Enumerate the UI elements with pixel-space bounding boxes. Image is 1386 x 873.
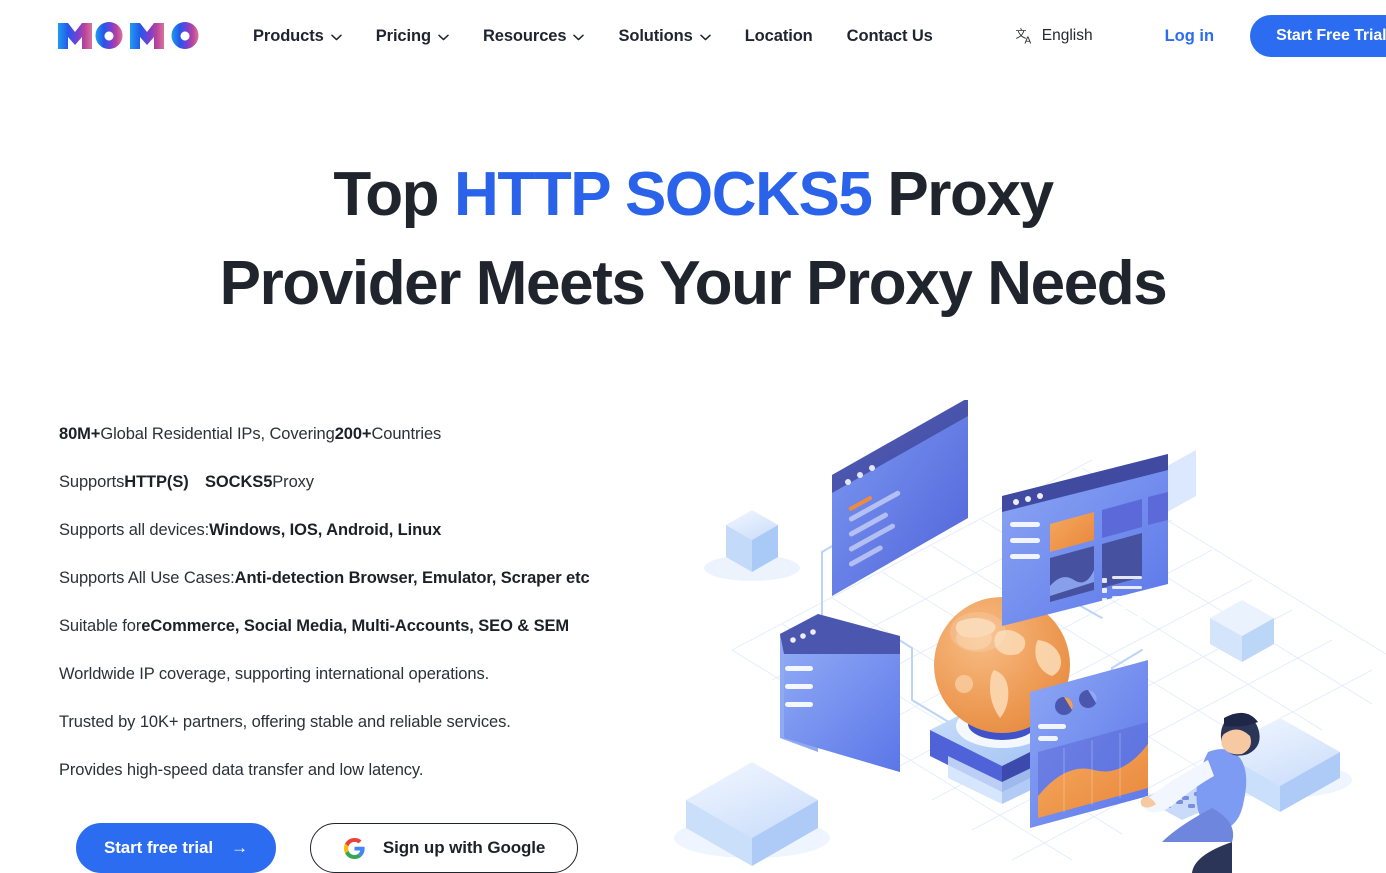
feature-text: Supports All Use Cases: bbox=[59, 568, 235, 587]
headline-post: Proxy bbox=[871, 160, 1054, 229]
feature-text: Supports bbox=[59, 472, 125, 491]
nav-item-products[interactable]: Products bbox=[236, 19, 359, 54]
feature-text: Worldwide IP coverage, supporting intern… bbox=[59, 664, 490, 683]
isometric-global-proxy-network-illustration bbox=[672, 400, 1386, 873]
chevron-down-icon bbox=[699, 34, 711, 41]
sign-up-with-google-button[interactable]: Sign up with Google bbox=[309, 823, 579, 873]
feature-bold: 200+ bbox=[334, 424, 372, 443]
chevron-down-icon bbox=[438, 34, 449, 41]
google-cta-label: Sign up with Google bbox=[382, 838, 546, 857]
nav-label: Contact Us bbox=[846, 26, 933, 45]
page-title: Top HTTP SOCKS5 Proxy Provider Meets You… bbox=[0, 150, 1386, 328]
nav-label: Pricing bbox=[375, 26, 431, 45]
browser-window-back bbox=[832, 400, 968, 596]
feature-bold: 80M+ bbox=[59, 424, 101, 443]
list-item: Supports All Use Cases: Anti-detection B… bbox=[59, 554, 679, 602]
nav-label: Location bbox=[744, 26, 813, 45]
start-free-trial-button[interactable]: Start Free Trial bbox=[1250, 15, 1386, 57]
feature-text: Provides high-speed data transfer and lo… bbox=[59, 760, 424, 779]
headline-pre: Top bbox=[333, 160, 454, 229]
feature-bold: HTTP(S) SOCKS5 bbox=[124, 472, 273, 491]
login-link[interactable]: Log in bbox=[1165, 27, 1214, 46]
svg-text:A: A bbox=[1024, 35, 1031, 46]
headline-line-2: Provider Meets Your Proxy Needs bbox=[219, 249, 1168, 318]
cta-label: Start free trial bbox=[104, 838, 213, 857]
language-label: English bbox=[1041, 27, 1093, 44]
nav-item-contact-us[interactable]: Contact Us bbox=[830, 19, 950, 54]
list-item: Provides high-speed data transfer and lo… bbox=[59, 746, 679, 794]
feature-text: Proxy bbox=[272, 472, 314, 491]
nav-label: Products bbox=[253, 26, 324, 45]
feature-bold: Anti-detection Browser, Emulator, Scrape… bbox=[234, 568, 590, 587]
list-item: Suitable for eCommerce, Social Media, Mu… bbox=[59, 602, 679, 650]
nav-item-solutions[interactable]: Solutions bbox=[601, 19, 727, 54]
list-item: Supports HTTP(S) SOCKS5 Proxy bbox=[59, 458, 679, 506]
chevron-down-icon bbox=[573, 34, 585, 41]
feature-bold: Windows, IOS, Android, Linux bbox=[209, 520, 442, 539]
feature-list: 80M+ Global Residential IPs, Covering 20… bbox=[59, 410, 679, 794]
nav-item-location[interactable]: Location bbox=[728, 19, 830, 54]
nav-item-resources[interactable]: Resources bbox=[466, 19, 601, 54]
chevron-down-icon bbox=[330, 34, 342, 41]
feature-bold: eCommerce, Social Media, Multi-Accounts,… bbox=[141, 616, 570, 635]
feature-text: Countries bbox=[371, 424, 442, 443]
language-selector[interactable]: 文 A English bbox=[1016, 27, 1093, 46]
list-item: 80M+ Global Residential IPs, Covering 20… bbox=[59, 410, 679, 458]
isometric-cube-right bbox=[1210, 600, 1274, 662]
translate-icon: 文 A bbox=[1016, 27, 1035, 46]
nav-item-pricing[interactable]: Pricing bbox=[359, 19, 466, 54]
list-item: Supports all devices: Windows, IOS, Andr… bbox=[59, 506, 679, 554]
isometric-cube-left bbox=[704, 510, 800, 581]
headline-line-1: Top HTTP SOCKS5 Proxy bbox=[0, 150, 1386, 239]
feature-text: Supports all devices: bbox=[59, 520, 210, 539]
nav-label: Solutions bbox=[618, 26, 693, 45]
feature-text: Suitable for bbox=[59, 616, 142, 635]
browser-window-left bbox=[780, 614, 900, 772]
list-item: Trusted by 10K+ partners, offering stabl… bbox=[59, 698, 679, 746]
list-item: Worldwide IP coverage, supporting intern… bbox=[59, 650, 679, 698]
headline-accent: HTTP SOCKS5 bbox=[453, 160, 873, 229]
isometric-cube-bottom-left bbox=[674, 762, 830, 866]
momo-logo[interactable] bbox=[56, 15, 204, 57]
feature-text: Global Residential IPs, Covering bbox=[100, 424, 335, 443]
nav-label: Resources bbox=[482, 26, 567, 45]
main-navigation: Products Pricing Resources Solutions Loc… bbox=[236, 19, 950, 54]
landing-page: Products Pricing Resources Solutions Loc… bbox=[0, 0, 1386, 873]
arrow-right-icon: → bbox=[230, 838, 248, 857]
cta-button-group: Start free trial → Sign up with Google bbox=[76, 823, 579, 873]
start-free-trial-cta-button[interactable]: Start free trial → bbox=[76, 823, 276, 873]
site-header: Products Pricing Resources Solutions Loc… bbox=[0, 0, 1386, 72]
feature-text: Trusted by 10K+ partners, offering stabl… bbox=[59, 712, 511, 731]
google-g-icon bbox=[343, 837, 366, 860]
person-at-keyboard bbox=[1140, 712, 1260, 873]
